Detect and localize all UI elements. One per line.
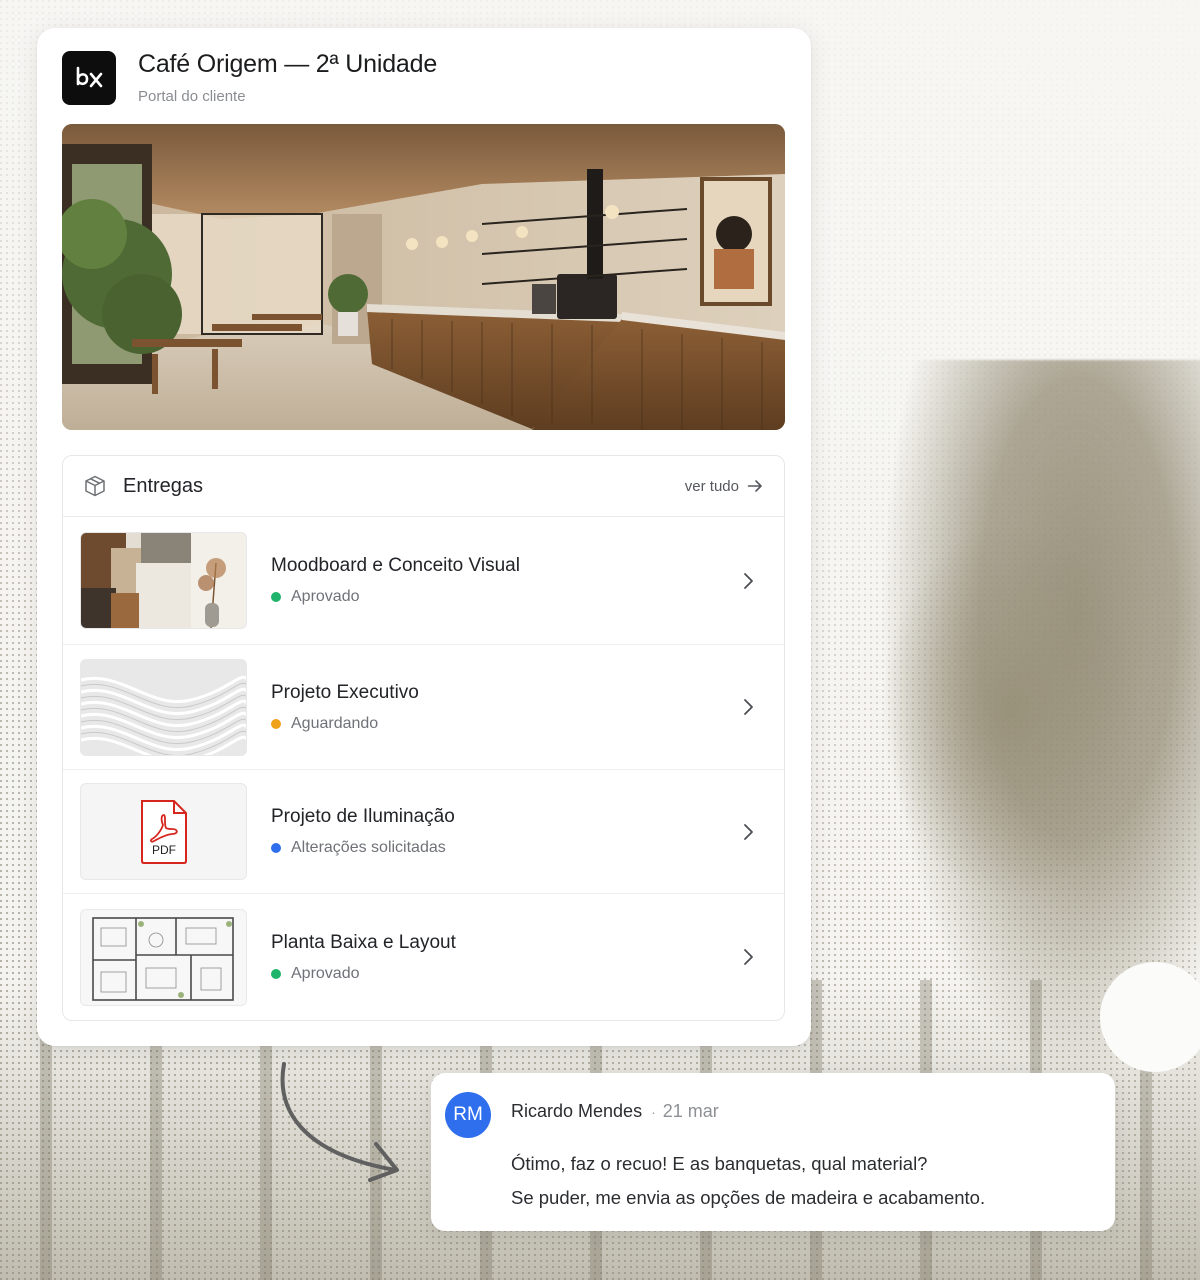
delivery-title: Projeto de Iluminação xyxy=(271,806,455,827)
package-icon xyxy=(83,474,107,498)
abstract-3d-thumbnail xyxy=(80,658,247,756)
delivery-status: Alterações solicitadas xyxy=(271,839,455,857)
delivery-status: Aguardando xyxy=(271,715,419,733)
status-dot-pending xyxy=(271,718,281,729)
pdf-label: PDF xyxy=(152,843,176,857)
status-dot-changes xyxy=(271,843,281,853)
status-label: Aprovado xyxy=(291,588,360,605)
delivery-status: Aprovado xyxy=(271,588,520,606)
deliveries-panel: Entregas ver tudo Moodboard e Conceito V… xyxy=(62,455,785,1021)
comment-header: Ricardo Mendes · 21 mar xyxy=(511,1101,719,1122)
comment-line: Se puder, me envia as opções de madeira … xyxy=(511,1187,986,1208)
comment-line: Ótimo, faz o recuo! E as banquetas, qual… xyxy=(511,1153,928,1174)
delivery-row-lighting[interactable]: PDF Projeto de Iluminação Alterações sol… xyxy=(63,770,784,894)
bx-logo-icon xyxy=(62,50,116,105)
project-hero-image xyxy=(62,124,785,430)
delivery-row-moodboard[interactable]: Moodboard e Conceito Visual Aprovado xyxy=(63,517,784,645)
chevron-right-icon xyxy=(742,571,756,591)
comment-date: 21 mar xyxy=(662,1101,719,1121)
status-label: Aguardando xyxy=(291,714,379,732)
comment-separator: · xyxy=(651,1103,656,1120)
chevron-right-icon xyxy=(742,947,756,967)
arrow-right-icon xyxy=(747,480,762,492)
deliveries-title: Entregas xyxy=(123,474,204,497)
chevron-right-icon xyxy=(742,697,756,717)
delivery-title: Moodboard e Conceito Visual xyxy=(271,555,520,576)
delivery-status: Aprovado xyxy=(271,965,456,983)
comment-body: Ótimo, faz o recuo! E as banquetas, qual… xyxy=(511,1147,985,1215)
background-tree-detail xyxy=(880,520,1140,900)
pdf-icon: PDF xyxy=(140,799,187,864)
background-lamp xyxy=(1100,962,1200,1072)
delivery-title: Planta Baixa e Layout xyxy=(271,931,456,953)
see-all-label: ver tudo xyxy=(684,477,739,495)
see-all-link[interactable]: ver tudo xyxy=(685,478,763,495)
chevron-right-icon xyxy=(742,822,756,842)
status-dot-approved xyxy=(271,592,281,602)
project-title: Café Origem — 2ª Unidade xyxy=(138,50,438,78)
delivery-row-floor-plan[interactable]: Planta Baixa e Layout Aprovado xyxy=(63,894,784,1020)
comment-card: RM Ricardo Mendes · 21 mar Ótimo, faz o … xyxy=(431,1073,1115,1231)
moodboard-thumbnail xyxy=(80,532,247,629)
floor-plan-thumbnail xyxy=(80,908,247,1006)
avatar: RM xyxy=(445,1092,491,1138)
project-subtitle: Portal do cliente xyxy=(138,88,246,105)
delivery-title: Projeto Executivo xyxy=(271,681,419,703)
curved-arrow-icon xyxy=(280,1062,399,1182)
status-label: Alterações solicitadas xyxy=(291,839,446,856)
project-card: Café Origem — 2ª Unidade Portal do clien… xyxy=(37,28,811,1046)
comment-author: Ricardo Mendes xyxy=(511,1101,643,1121)
status-dot-approved xyxy=(271,968,281,979)
pdf-file-thumbnail: PDF xyxy=(80,783,247,880)
status-label: Aprovado xyxy=(291,964,360,982)
deliveries-header: Entregas ver tudo xyxy=(63,456,784,517)
delivery-row-executive[interactable]: Projeto Executivo Aguardando xyxy=(63,645,784,770)
project-header: Café Origem — 2ª Unidade Portal do clien… xyxy=(62,50,437,105)
